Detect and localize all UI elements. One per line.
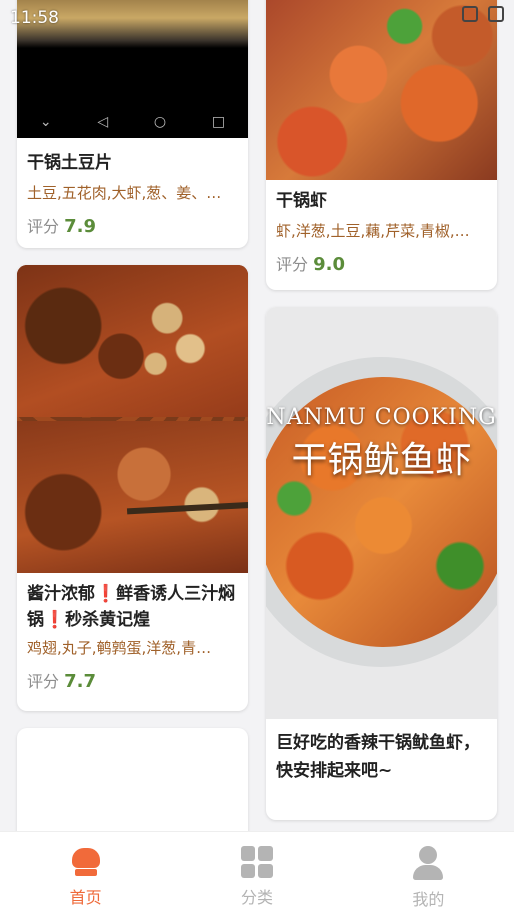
recipe-card[interactable]: 干锅虾 虾,洋葱,土豆,藕,芹菜,青椒,… 评分 9.0 <box>266 0 497 290</box>
recipe-card[interactable]: NANMU COOKING 干锅鱿鱼虾 巨好吃的香辣干锅鱿鱼虾，快安排起来吧~ <box>266 307 497 820</box>
nav-profile-label: 我的 <box>412 890 445 909</box>
recipe-title: 干锅土豆片 <box>27 153 112 173</box>
recents-icon: □ <box>211 114 226 130</box>
recipe-ingredients: 鸡翅,丸子,鹌鹑蛋,洋葱,青… <box>27 639 212 657</box>
recipe-title: 巨好吃的香辣干锅鱿鱼虾，快安排起来吧~ <box>276 733 480 781</box>
back-icon: ◁ <box>97 114 109 130</box>
image-dish-text: 干锅鱿鱼虾 <box>291 440 472 481</box>
recipe-rating: 评分 9.0 <box>266 251 497 275</box>
status-icons <box>462 6 504 22</box>
rating-score: 7.9 <box>64 216 96 237</box>
recipe-image <box>266 0 497 180</box>
embedded-nav-bar: ⌄ ◁ ○ □ <box>17 114 248 130</box>
nav-category-label: 分类 <box>240 888 273 907</box>
notification-off-icon <box>462 6 478 22</box>
rating-score: 9.0 <box>313 254 345 275</box>
user-icon <box>411 846 445 880</box>
chef-hat-icon <box>70 846 102 878</box>
rating-score: 7.7 <box>64 671 96 692</box>
nav-home[interactable]: 首页 <box>0 832 171 915</box>
chevron-down-icon: ⌄ <box>39 114 52 130</box>
recipe-title: 干锅虾 <box>276 191 327 211</box>
recipe-rating: 评分 7.9 <box>17 213 248 237</box>
recipe-image: NANMU COOKING 干锅鱿鱼虾 <box>266 307 497 719</box>
grid-icon <box>240 846 273 878</box>
rating-label: 评分 <box>276 255 309 274</box>
recipe-card-placeholder[interactable] <box>17 728 248 848</box>
recipe-image-top <box>17 265 248 417</box>
recipe-image <box>17 265 248 573</box>
recipe-rating: 评分 7.7 <box>17 668 248 692</box>
rating-label: 评分 <box>27 672 60 691</box>
recipe-title: 酱汁浓郁❗鲜香诱人三汁焖锅❗秒杀黄记煌 <box>27 584 236 630</box>
battery-icon <box>488 6 504 22</box>
home-icon: ○ <box>153 114 167 130</box>
nav-category[interactable]: 分类 <box>171 832 342 915</box>
recipe-card[interactable]: ⌄ ◁ ○ □ 干锅土豆片 土豆,五花肉,大虾,葱、姜、… 评分 7.9 <box>17 0 248 248</box>
recipe-ingredients: 虾,洋葱,土豆,藕,芹菜,青椒,… <box>276 222 470 240</box>
recipe-card[interactable]: 酱汁浓郁❗鲜香诱人三汁焖锅❗秒杀黄记煌 鸡翅,丸子,鹌鹑蛋,洋葱,青… 评分 7… <box>17 265 248 711</box>
recipe-image-bottom <box>17 421 248 573</box>
image-brand-text: NANMU COOKING <box>266 405 497 430</box>
nav-profile[interactable]: 我的 <box>343 832 514 915</box>
bottom-nav: 首页 分类 我的 <box>0 831 514 915</box>
rating-label: 评分 <box>27 217 60 236</box>
status-time: 11:58 <box>10 8 59 28</box>
recipe-ingredients: 土豆,五花肉,大虾,葱、姜、… <box>27 184 222 202</box>
nav-home-label: 首页 <box>69 888 102 907</box>
